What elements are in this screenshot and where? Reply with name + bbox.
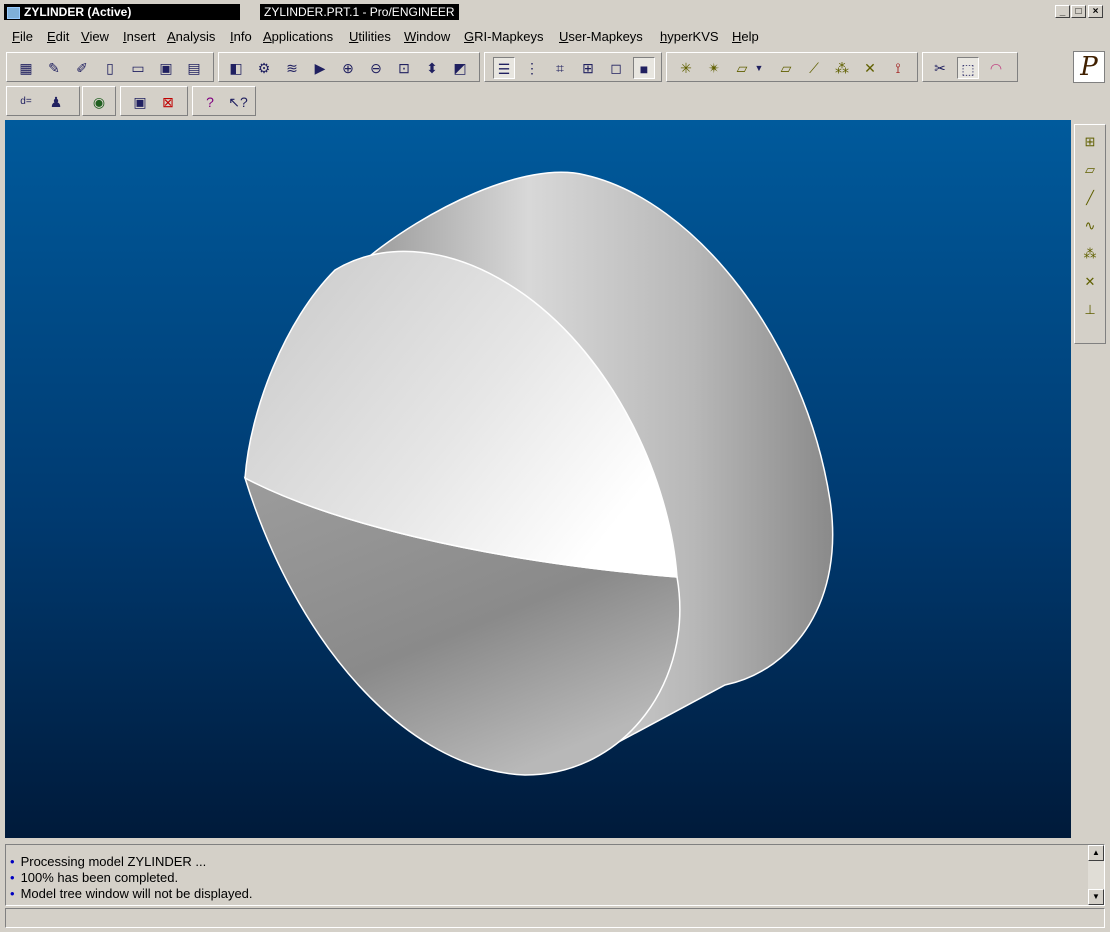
menu-bar: File Edit View Insert Analysis Info Appl…: [0, 26, 1110, 48]
save-icon[interactable]: ▣: [155, 57, 177, 79]
shaded-icon[interactable]: ■: [633, 57, 655, 79]
message-line: • Model tree window will not be displayed…: [10, 886, 253, 902]
axis-display-icon[interactable]: ⟋: [803, 57, 825, 79]
help-icon[interactable]: ?: [199, 91, 221, 113]
family-table-icon[interactable]: ♟: [45, 91, 67, 113]
context-help-icon[interactable]: ↖?: [227, 91, 249, 113]
menu-file[interactable]: File: [12, 29, 33, 45]
layers-icon[interactable]: ≋: [281, 57, 303, 79]
save-as-icon[interactable]: ✎: [43, 57, 65, 79]
view-toolbar: ◧ ⚙ ≋ ▶ ⊕ ⊖ ⊡ ⬍ ◩: [218, 52, 480, 82]
status-bar: [5, 908, 1105, 928]
menu-window[interactable]: Window: [404, 29, 450, 45]
coord-sys-icon[interactable]: ▱: [775, 57, 797, 79]
scroll-up-icon[interactable]: ▲: [1088, 845, 1104, 861]
message-text: Model tree window will not be displayed.: [20, 886, 253, 901]
csys-display-icon[interactable]: ✕: [859, 57, 881, 79]
menu-analysis[interactable]: Analysis: [167, 29, 215, 45]
maximize-button[interactable]: □: [1071, 5, 1086, 18]
menu-gri-mapkeys[interactable]: GRI-Mapkeys: [464, 29, 543, 45]
web-browser-icon[interactable]: ◉: [88, 91, 110, 113]
hidden-line-icon[interactable]: ⋮: [521, 57, 543, 79]
open-object-icon[interactable]: ▦: [15, 57, 37, 79]
analysis-feature-icon[interactable]: ⊥: [1079, 299, 1101, 321]
datum-plane-tool-icon[interactable]: ⊞: [1079, 131, 1101, 153]
menu-help[interactable]: Help: [732, 29, 759, 45]
datum-points-icon[interactable]: ✴: [703, 57, 725, 79]
shade-box-icon[interactable]: ⊞: [577, 57, 599, 79]
sketch-plane-icon[interactable]: ▱: [1079, 159, 1101, 181]
window-toolbar: ▣ ⊠: [120, 86, 188, 116]
named-view-icon[interactable]: ◩: [449, 57, 471, 79]
datum-tools-toolbar: ⊞ ▱ ╱ ∿ ⁂ ✕ ⊥: [1074, 124, 1106, 344]
orient-icon[interactable]: ⚙: [253, 57, 275, 79]
message-text: 100% has been completed.: [20, 870, 179, 885]
menu-utilities[interactable]: Utilities: [349, 29, 391, 45]
query-select-icon[interactable]: ⬚: [957, 57, 979, 79]
zoom-in-icon[interactable]: ⊕: [337, 57, 359, 79]
bullet-icon: •: [10, 870, 15, 885]
new-file-icon[interactable]: ▯: [99, 57, 121, 79]
zoom-out-icon[interactable]: ⊖: [365, 57, 387, 79]
active-title-text: ZYLINDER (Active): [24, 5, 132, 19]
file-toolbar: ▦ ✎ ✐ ▯ ▭ ▣ ▤: [6, 52, 214, 82]
spin-icon[interactable]: ⟟: [887, 57, 909, 79]
title-bar: ZYLINDER (Active) ZYLINDER.PRT.1 - Pro/E…: [0, 0, 1110, 24]
close-window-icon[interactable]: ⊠: [157, 91, 179, 113]
datum-planes-icon[interactable]: ▱: [731, 57, 753, 79]
window-title: ZYLINDER.PRT.1 - Pro/ENGINEER: [260, 4, 459, 20]
csys-box-icon[interactable]: ◻: [605, 57, 627, 79]
edit-icon[interactable]: ✐: [71, 57, 93, 79]
datum-point-tool-icon[interactable]: ⁂: [1079, 243, 1101, 265]
message-line: • 100% has been completed.: [10, 870, 178, 886]
spin-center-icon[interactable]: ⬍: [421, 57, 443, 79]
datum-toolbar: ✳ ✴ ▱ ▼ ▱ ⟋ ⁂ ✕ ⟟: [666, 52, 918, 82]
open-folder-icon[interactable]: ▭: [127, 57, 149, 79]
bullet-icon: •: [10, 854, 15, 869]
app-icon: [7, 7, 20, 19]
menu-info[interactable]: Info: [230, 29, 252, 45]
datum-axes-icon[interactable]: ✳: [675, 57, 697, 79]
print-icon[interactable]: ▤: [183, 57, 205, 79]
wireframe-icon[interactable]: ☰: [493, 57, 515, 79]
relations-icon[interactable]: d=: [15, 91, 37, 113]
ptc-logo: P: [1073, 51, 1105, 83]
datum-plane-dropdown-icon[interactable]: ▼: [753, 57, 765, 79]
help-toolbar: ? ↖?: [192, 86, 256, 116]
no-hidden-icon[interactable]: ⌗: [549, 57, 571, 79]
graphics-window[interactable]: [5, 120, 1071, 838]
refit-icon[interactable]: ⊡: [393, 57, 415, 79]
shading-icon[interactable]: ◧: [225, 57, 247, 79]
message-text: Processing model ZYLINDER ...: [20, 854, 207, 869]
datum-curve-icon[interactable]: ∿: [1079, 215, 1101, 237]
selection-toolbar: ✂ ⬚ ◠: [922, 52, 1018, 82]
view-manager-icon[interactable]: ▶: [309, 57, 331, 79]
menu-user-mapkeys[interactable]: User-Mapkeys: [559, 29, 643, 45]
display-toolbar: ☰ ⋮ ⌗ ⊞ ◻ ■: [484, 52, 662, 82]
menu-insert[interactable]: Insert: [123, 29, 156, 45]
select-icon[interactable]: ✂: [929, 57, 951, 79]
point-display-icon[interactable]: ⁂: [831, 57, 853, 79]
menu-edit[interactable]: Edit: [47, 29, 69, 45]
color-appearance-icon[interactable]: ◠: [985, 57, 1007, 79]
browser-toolbar: ◉: [82, 86, 116, 116]
menu-hyperkvs[interactable]: hyperKVS: [660, 29, 719, 45]
close-button[interactable]: ×: [1088, 5, 1103, 18]
bullet-icon: •: [10, 886, 15, 901]
menu-view[interactable]: View: [81, 29, 109, 45]
menu-applications[interactable]: Applications: [263, 29, 333, 45]
datum-axis-tool-icon[interactable]: ╱: [1079, 187, 1101, 209]
window-activate-icon[interactable]: ▣: [129, 91, 151, 113]
active-window-title: ZYLINDER (Active): [4, 4, 240, 20]
scroll-down-icon[interactable]: ▼: [1088, 889, 1104, 905]
model-tools-toolbar: d= ♟: [6, 86, 80, 116]
message-line: • Processing model ZYLINDER ...: [10, 854, 206, 870]
cylinder-model[interactable]: [5, 120, 1071, 838]
message-area: • Processing model ZYLINDER ... • 100% has…: [5, 844, 1105, 906]
message-scrollbar[interactable]: ▲ ▼: [1088, 845, 1104, 905]
csys-tool-icon[interactable]: ✕: [1079, 271, 1101, 293]
minimize-button[interactable]: _: [1055, 5, 1070, 18]
